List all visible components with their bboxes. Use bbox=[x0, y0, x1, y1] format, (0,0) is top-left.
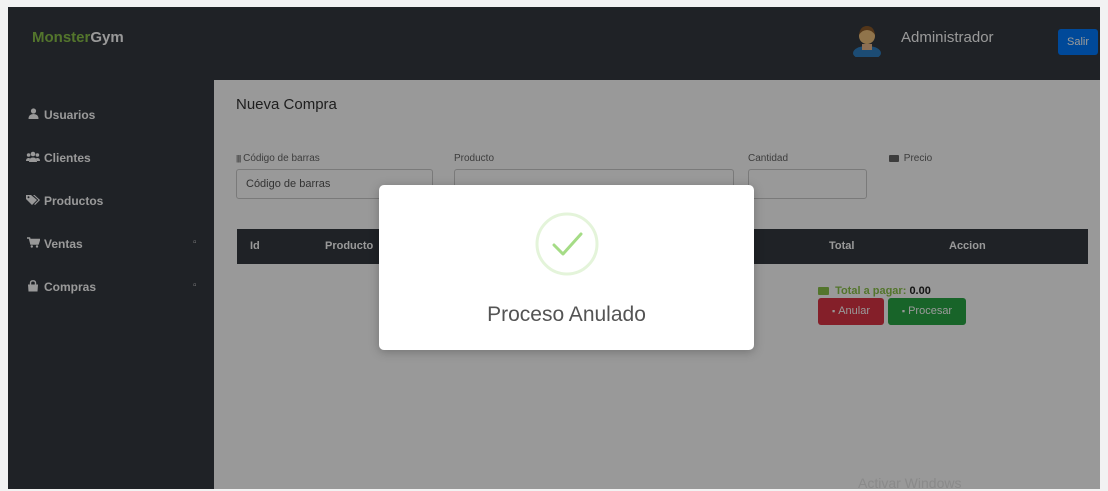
modal-title: Proceso Anulado bbox=[487, 303, 646, 326]
app-window: MonsterGym Administrador Salir Usuarios … bbox=[8, 7, 1100, 489]
success-modal: Proceso Anulado bbox=[379, 185, 754, 350]
success-check-icon bbox=[535, 212, 599, 276]
